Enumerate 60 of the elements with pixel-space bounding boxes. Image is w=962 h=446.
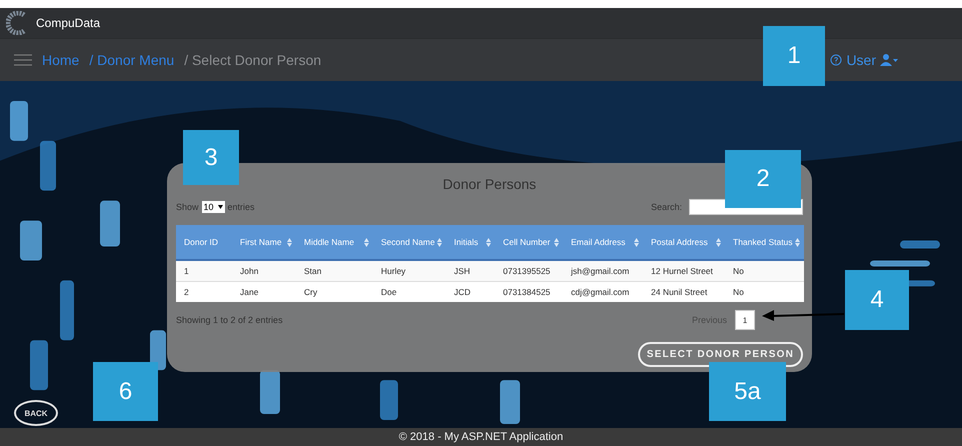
table-cell: 1 bbox=[176, 260, 232, 282]
search-label: Search: bbox=[650, 202, 682, 212]
breadcrumb-link[interactable]: Home bbox=[42, 52, 80, 68]
panel-title: Donor Persons bbox=[442, 176, 536, 192]
footer-text: © 2018 - My ASP.NET Application bbox=[398, 431, 564, 443]
page-button[interactable]: 1 bbox=[735, 310, 755, 330]
show-label: Show bbox=[176, 202, 199, 212]
column-header[interactable]: Postal Address bbox=[643, 225, 725, 260]
logo-icon bbox=[6, 11, 28, 35]
breadcrumb-link[interactable]: / Donor Menu bbox=[89, 52, 174, 68]
table-cell: Doe bbox=[373, 282, 446, 302]
sort-icon bbox=[486, 238, 491, 246]
user-caret-icon bbox=[880, 54, 898, 66]
entries-label: entries bbox=[228, 202, 255, 212]
callout-label: 6 bbox=[93, 362, 158, 421]
back-button[interactable]: BACK bbox=[14, 400, 58, 426]
table-cell: 24 Nunil Street bbox=[643, 282, 725, 302]
column-header[interactable]: Donor ID bbox=[176, 225, 232, 260]
table-cell: 12 Hurnel Street bbox=[643, 260, 725, 282]
table-cell: 2 bbox=[176, 282, 232, 302]
table-cell: JSH bbox=[446, 260, 495, 282]
table-cell: 0731395525 bbox=[495, 260, 563, 282]
sort-icon bbox=[716, 238, 721, 246]
help-icon bbox=[830, 54, 842, 66]
callout-label: 4 bbox=[845, 270, 909, 330]
callout-label: 1 bbox=[763, 26, 825, 86]
caret-icon bbox=[218, 205, 223, 209]
sort-icon bbox=[364, 238, 369, 246]
sort-icon bbox=[554, 238, 559, 246]
table-cell: No bbox=[725, 282, 804, 302]
column-header[interactable]: Thanked Status bbox=[725, 225, 804, 260]
column-header[interactable]: Email Address bbox=[563, 225, 643, 260]
table-cell: Stan bbox=[296, 260, 373, 282]
table-cell: cdj@gmail.com bbox=[563, 282, 643, 302]
table-cell: Cry bbox=[296, 282, 373, 302]
table-cell: JCD bbox=[446, 282, 495, 302]
table-cell: 0731384525 bbox=[495, 282, 563, 302]
sort-icon bbox=[795, 238, 800, 246]
table-cell: Jane bbox=[232, 282, 296, 302]
column-header[interactable]: Middle Name bbox=[296, 225, 373, 260]
callout-label: 3 bbox=[183, 130, 239, 185]
page-size-select[interactable]: 10 bbox=[202, 201, 225, 213]
column-header[interactable]: First Name bbox=[232, 225, 296, 260]
callout-label: 5a bbox=[709, 362, 786, 421]
menu-icon[interactable] bbox=[14, 54, 32, 66]
user-menu[interactable]: User bbox=[830, 52, 898, 68]
page-heading: / Select Donor Person bbox=[184, 52, 322, 68]
sort-icon bbox=[287, 238, 292, 246]
callout-label: 2 bbox=[725, 150, 801, 208]
sort-icon bbox=[437, 238, 442, 246]
table-cell: jsh@gmail.com bbox=[563, 260, 643, 282]
table-cell: No bbox=[725, 260, 804, 282]
column-header[interactable]: Initials bbox=[446, 225, 495, 260]
brand-name: CompuData bbox=[36, 16, 100, 30]
table-cell: Hurley bbox=[373, 260, 446, 282]
column-header[interactable]: Second Name bbox=[373, 225, 446, 260]
table-info: Showing 1 to 2 of 2 entries bbox=[176, 315, 283, 325]
table-cell: John bbox=[232, 260, 296, 282]
sort-icon bbox=[634, 238, 639, 246]
column-header[interactable]: Cell Number bbox=[495, 225, 563, 260]
